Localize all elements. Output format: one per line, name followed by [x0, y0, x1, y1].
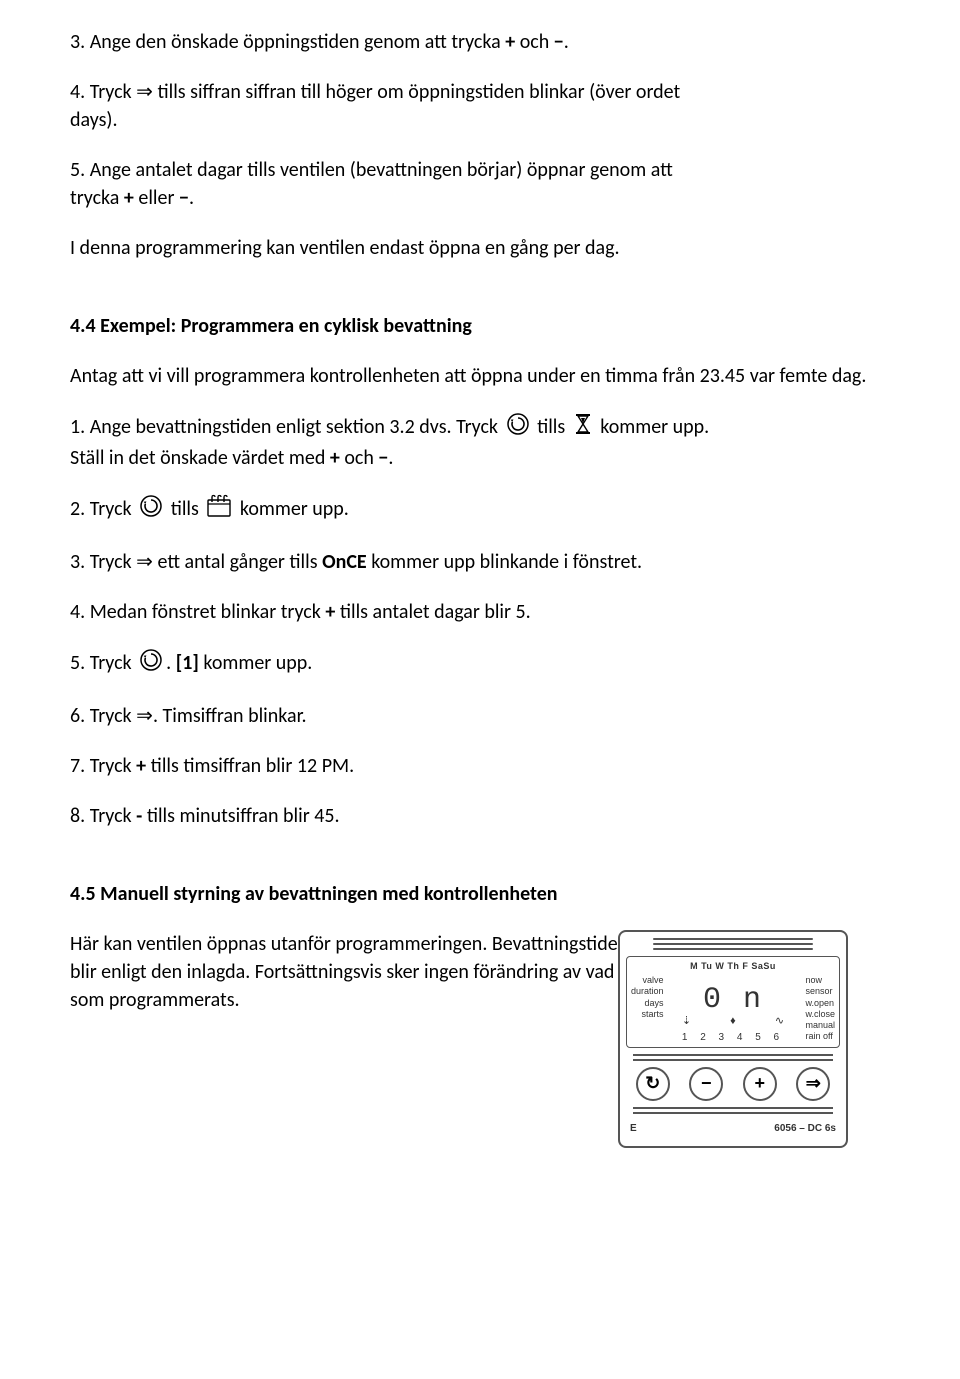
text: kommer upp. — [203, 651, 312, 675]
step-4: 4. Tryck ⇒ tills siffran siffran till hö… — [70, 78, 890, 134]
text: . — [388, 446, 393, 470]
text: 5. Ange antalet dagar tills ventilen (be… — [70, 158, 673, 182]
lcd-mid-icons: ⇣ ♦ ∿ — [627, 1014, 839, 1029]
text: 3. Ange den önskade öppningstiden genom … — [70, 30, 501, 54]
text: 3. Tryck — [70, 550, 132, 574]
text: trycka — [70, 186, 119, 210]
text: 2. Tryck — [70, 497, 132, 521]
text: days). — [70, 108, 118, 132]
text: 5. Tryck — [70, 651, 132, 675]
text: 7. Tryck — [70, 754, 132, 778]
device-arrow-button: ⇒ — [796, 1067, 830, 1101]
bracket-one: [1] — [176, 651, 199, 675]
plus-symbol: + — [124, 186, 134, 210]
text: tills siffran siffran till höger om öppn… — [157, 80, 680, 104]
text: tills — [171, 497, 199, 521]
text: 1. Ange bevattningstiden enligt sektion … — [70, 415, 498, 439]
device-figure: M Tu W Th F SaSu valve duration days sta… — [618, 930, 848, 1148]
text: tills antalet dagar blir 5. — [340, 600, 531, 624]
plus-symbol: + — [505, 30, 515, 54]
once-label: OnCE — [322, 550, 367, 574]
arrow-icon: ⇒ — [136, 80, 153, 104]
minus-symbol: − — [179, 186, 189, 210]
text: och — [344, 446, 374, 470]
text: Ställ in det önskade värdet med — [70, 446, 325, 470]
ex-step-6: 6. Tryck ⇒. Timsiffran blinkar. — [70, 702, 890, 730]
text: tills timsiffran blir 12 PM. — [151, 754, 355, 778]
text: kommer upp. — [240, 497, 349, 521]
text: . — [564, 30, 569, 54]
minus-symbol: − — [378, 446, 388, 470]
example-intro: Antag att vi vill programmera kontrollen… — [70, 362, 890, 390]
lcd-station-numbers: 1 2 3 4 5 6 — [627, 1031, 839, 1045]
minus-symbol: - — [136, 804, 142, 828]
text: kommer upp. — [600, 415, 709, 439]
ex-step-5: 5. Tryck . [1] kommer upp. — [70, 648, 890, 680]
plus-symbol: + — [325, 600, 335, 624]
plus-symbol: + — [136, 754, 146, 778]
ex-step-8: 8. Tryck - tills minutsiffran blir 45. — [70, 802, 890, 830]
hourglass-icon — [573, 412, 593, 444]
ex-step-1: 1. Ange bevattningstiden enligt sektion … — [70, 412, 890, 472]
ex-step-7: 7. Tryck + tills timsiffran blir 12 PM. — [70, 752, 890, 780]
cycle-icon — [139, 494, 163, 526]
ex-step-2: 2. Tryck tills kommer upp. — [70, 494, 890, 526]
speaker-grille-icon — [626, 938, 840, 950]
device-plus-button: + — [743, 1067, 777, 1101]
plus-symbol: + — [330, 446, 340, 470]
text: 6. Tryck — [70, 704, 132, 728]
ex-step-3: 3. Tryck ⇒ ett antal gånger tills OnCE k… — [70, 548, 890, 576]
note-one-per-day: I denna programmering kan ventilen endas… — [70, 234, 890, 262]
device-button-row: ↻ − + ⇒ — [626, 1067, 840, 1101]
heading-4-5: 4.5 Manuell styrning av bevattningen med… — [70, 880, 890, 908]
arrow-icon: ⇒ — [136, 550, 153, 574]
text: kommer upp blinkande i fönstret. — [371, 550, 642, 574]
ex-step-4: 4. Medan fönstret blinkar tryck + tills … — [70, 598, 890, 626]
device-footer-right: 6056 – DC 6s — [774, 1122, 836, 1136]
step-3: 3. Ange den önskade öppningstiden genom … — [70, 28, 890, 56]
heading-4-4: 4.4 Exempel: Programmera en cyklisk beva… — [70, 312, 890, 340]
divider-icon — [626, 1107, 840, 1114]
device-panel: M Tu W Th F SaSu valve duration days sta… — [618, 930, 848, 1148]
lcd-screen: M Tu W Th F SaSu valve duration days sta… — [626, 956, 840, 1048]
cycle-icon — [506, 412, 530, 444]
minus-symbol: − — [554, 30, 564, 54]
device-cycle-button: ↻ — [636, 1067, 670, 1101]
step-5: 5. Ange antalet dagar tills ventilen (be… — [70, 156, 890, 212]
text: 8. Tryck — [70, 804, 132, 828]
lcd-days-row: M Tu W Th F SaSu — [627, 960, 839, 973]
device-footer: E 6056 – DC 6s — [626, 1120, 840, 1136]
device-minus-button: − — [689, 1067, 723, 1101]
text: 4. Medan fönstret blinkar tryck — [70, 600, 321, 624]
arrow-icon: ⇒ — [136, 704, 153, 728]
text: tills minutsiffran blir 45. — [147, 804, 340, 828]
text: . Timsiffran blinkar. — [153, 704, 307, 728]
cycle-icon — [139, 648, 163, 680]
text: ett antal gånger tills — [157, 550, 317, 574]
text: tills — [537, 415, 565, 439]
text: 4. Tryck — [70, 80, 132, 104]
device-footer-left: E — [630, 1122, 637, 1136]
text: . — [166, 651, 171, 675]
divider-icon — [626, 1054, 840, 1061]
calendar-icon — [206, 494, 232, 526]
text: . — [189, 186, 194, 210]
text: och — [520, 30, 550, 54]
text: eller — [138, 186, 174, 210]
manual-control-text: Här kan ventilen öppnas utanför programm… — [70, 930, 650, 1014]
